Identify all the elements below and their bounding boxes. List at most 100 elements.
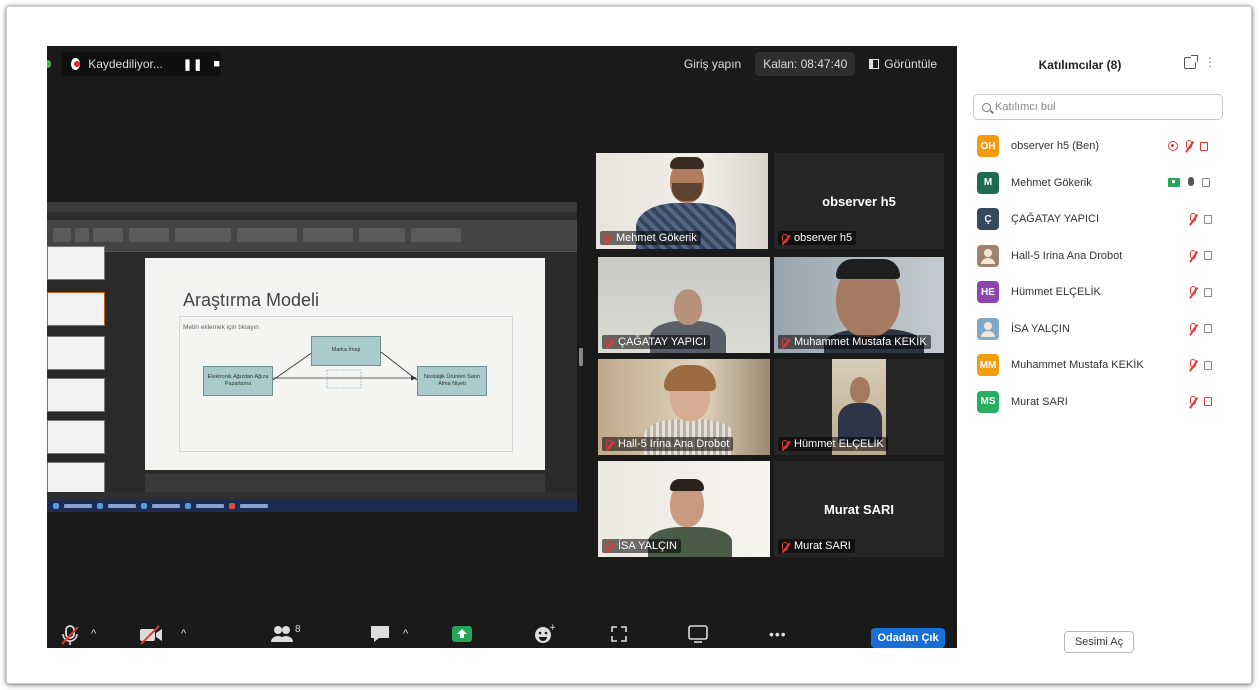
participant-name: Hümmet ELÇELİK: [1011, 286, 1101, 299]
recording-label: Kaydediliyor...: [88, 57, 163, 71]
participant-name: Hall-5 Irina Ana Drobot: [1011, 249, 1123, 262]
camera-off-icon: [1204, 397, 1212, 407]
share-screen-button[interactable]: [451, 624, 473, 647]
slide-canvas: Araştırma Modeli Metin eklemek için tıkl…: [145, 258, 545, 470]
reactions-button[interactable]: +: [533, 623, 557, 647]
participant-row[interactable]: Ç ÇAĞATAY YAPICI: [965, 201, 1218, 238]
tile-display-name: Murat SARI: [823, 501, 895, 517]
tile-name-label: Hümmet ELÇELİK: [778, 437, 888, 451]
video-tile[interactable]: Hümmet ELÇELİK: [774, 359, 944, 455]
panel-title: Katılımcılar (8): [1038, 58, 1122, 72]
slide-thumbnail[interactable]: [47, 336, 105, 370]
slide-thumbnail[interactable]: [47, 292, 105, 326]
chat-options-chevron[interactable]: ^: [403, 628, 408, 640]
mic-muted-icon: [1188, 359, 1198, 371]
video-tile[interactable]: Murat SARI Murat SARI: [774, 461, 944, 557]
participant-search[interactable]: [973, 94, 1223, 120]
search-icon: [982, 102, 991, 112]
mic-icon: [1186, 176, 1196, 189]
windows-taskbar: [47, 500, 577, 512]
participant-row[interactable]: Hall-5 Irina Ana Drobot: [965, 238, 1218, 275]
video-tile[interactable]: Muhammet Mustafa KEKİK: [774, 257, 944, 353]
search-input[interactable]: [995, 101, 1195, 113]
participant-status-icons: [1188, 322, 1212, 335]
tile-name-label: Murat SARI: [778, 539, 855, 553]
video-tile[interactable]: İSA YALÇIN: [598, 461, 770, 557]
participant-status-icons: [1188, 213, 1212, 225]
participant-status-icons: [1168, 140, 1208, 152]
video-tile[interactable]: Mehmet Gökerik: [596, 153, 768, 249]
camera-icon: [1204, 324, 1212, 334]
stop-recording-icon[interactable]: ■: [213, 58, 221, 70]
audio-options-chevron[interactable]: ^: [91, 628, 96, 640]
participants-button[interactable]: [271, 624, 293, 647]
participant-row[interactable]: İSA YALÇIN: [965, 311, 1218, 348]
video-tile[interactable]: Hall-5 Irina Ana Drobot: [598, 359, 770, 455]
top-right-controls: Giriş yapın Kalan: 08:47:40 Görüntüle: [676, 52, 945, 76]
mic-muted-icon: [61, 625, 79, 645]
participant-avatar: MM: [977, 354, 999, 377]
tile-name-label: Mehmet Gökerik: [600, 231, 701, 245]
recording-icon: [1168, 141, 1178, 152]
tile-name-label: Muhammet Mustafa KEKİK: [778, 335, 931, 349]
participant-row[interactable]: OH observer h5 (Ben): [965, 128, 1218, 165]
meeting-toolbar: ^ ^ 8 ^ + ••• Odadan Çık: [47, 616, 957, 648]
participant-avatar: HE: [977, 281, 999, 304]
camera-icon: [1204, 214, 1212, 224]
unmute-button[interactable]: [59, 624, 81, 648]
participant-row[interactable]: HE Hümmet ELÇELİK: [965, 274, 1218, 311]
video-off-icon: [140, 625, 162, 645]
participant-status-icons: [1188, 286, 1212, 298]
participant-name: Muhammet Mustafa KEKİK: [1011, 359, 1144, 372]
camera-icon: [1202, 178, 1210, 188]
tile-name-label: ÇAĞATAY YAPICI: [602, 335, 711, 349]
video-tile[interactable]: ÇAĞATAY YAPICI: [598, 257, 770, 353]
split-view-handle[interactable]: [579, 348, 583, 366]
ppt-ribbon-tabs: [47, 212, 577, 220]
whiteboard-button[interactable]: [687, 624, 709, 647]
panel-more-icon[interactable]: ⋮: [1204, 55, 1216, 69]
ppt-editor: Araştırma Modeli Metin eklemek için tıkl…: [47, 246, 577, 496]
participant-name: Mehmet Gökerik: [1011, 176, 1092, 189]
security-indicator-icon[interactable]: [47, 60, 51, 68]
leave-meeting-button[interactable]: Odadan Çık: [871, 628, 945, 648]
unmute-self-button[interactable]: Sesimi Aç: [1064, 631, 1134, 653]
participant-name: Murat SARI: [1011, 395, 1068, 408]
mic-muted-icon: [1188, 286, 1198, 298]
participant-status-icons: [1168, 176, 1210, 189]
participant-list: OH observer h5 (Ben) M Mehmet Gökerik Ç ÇAĞAT…: [965, 128, 1218, 420]
svg-text:+: +: [549, 624, 555, 633]
video-tile[interactable]: observer h5 observer h5: [774, 153, 944, 249]
slide-thumbnail[interactable]: [47, 420, 105, 454]
participant-row[interactable]: MM Muhammet Mustafa KEKİK: [965, 347, 1218, 384]
apps-button[interactable]: [609, 624, 629, 647]
slide-thumbnail[interactable]: [47, 246, 105, 280]
tile-name-label: observer h5: [778, 231, 857, 245]
slide-thumbnail[interactable]: [47, 378, 105, 412]
chat-button[interactable]: [369, 624, 391, 647]
mic-muted-icon: [1188, 395, 1198, 408]
time-remaining: Kalan: 08:47:40: [755, 52, 856, 76]
participant-row[interactable]: M Mehmet Gökerik: [965, 165, 1218, 202]
video-options-chevron[interactable]: ^: [181, 628, 186, 640]
diagram-node-ewom: Elektronik Ağızdan Ağıza Pazarlama: [203, 366, 273, 396]
participant-row[interactable]: MS Murat SARI: [965, 384, 1218, 421]
tile-name-label: Hall-5 Irina Ana Drobot: [602, 437, 734, 451]
more-options-icon[interactable]: •••: [769, 626, 787, 642]
popout-icon[interactable]: [1184, 55, 1198, 69]
sign-in-link[interactable]: Giriş yapın: [676, 52, 749, 76]
apps-icon: [611, 626, 627, 642]
pause-recording-icon[interactable]: ❚❚: [183, 58, 203, 71]
participant-name: İSA YALÇIN: [1011, 322, 1070, 335]
participant-name: ÇAĞATAY YAPICI: [1011, 213, 1100, 226]
start-video-button[interactable]: [139, 624, 163, 648]
participant-avatar: [977, 317, 999, 340]
view-button-label: Görüntüle: [884, 57, 937, 71]
participant-head: [850, 377, 870, 403]
participant-avatar: OH: [977, 135, 999, 158]
view-button[interactable]: Görüntüle: [861, 52, 945, 76]
slide-thumbnails: [47, 246, 111, 496]
chat-icon: [371, 626, 389, 642]
slide-thumbnail[interactable]: [47, 462, 105, 496]
tile-display-name: observer h5: [822, 193, 896, 209]
